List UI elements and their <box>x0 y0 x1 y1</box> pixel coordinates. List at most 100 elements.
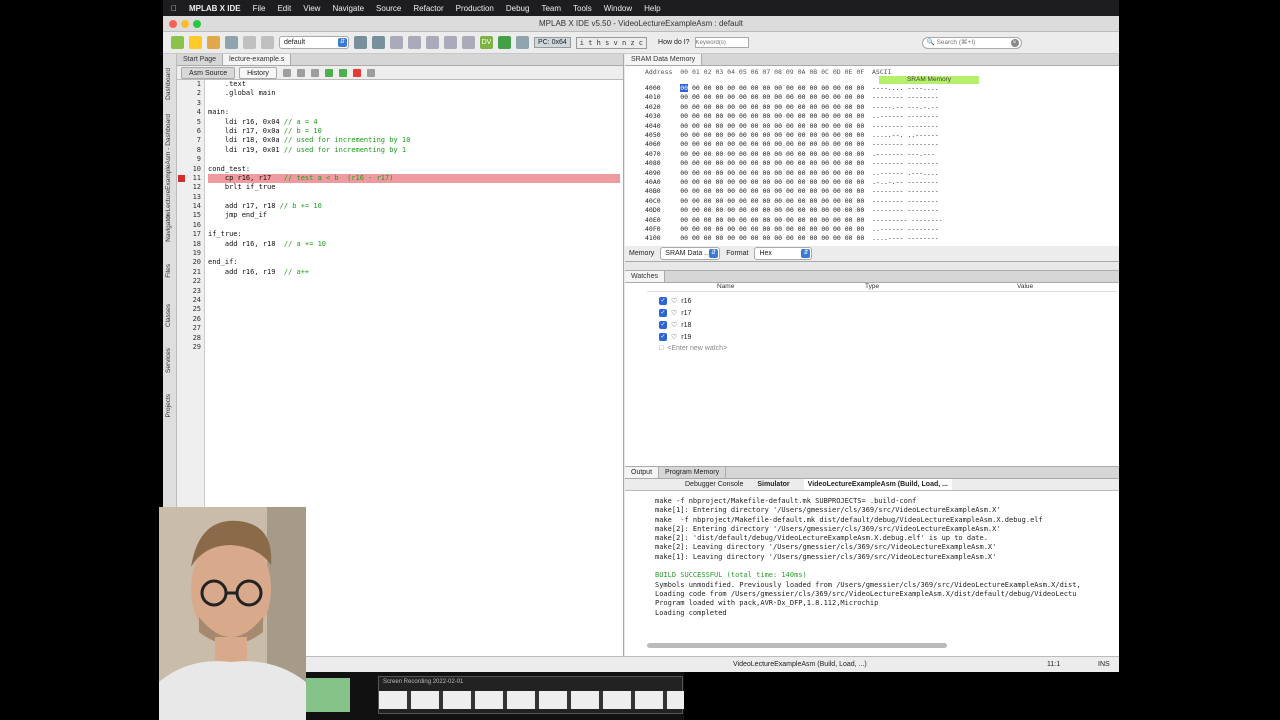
code-line[interactable]: add r16, r18 // a += 10 <box>208 240 620 249</box>
line-number[interactable]: 6 <box>177 127 204 136</box>
code-line[interactable]: ldi r19, 0x01 // used for incrementing b… <box>208 146 620 155</box>
checkbox-checked-icon[interactable]: ✓ <box>659 321 667 329</box>
code-line[interactable]: ldi r18, 0x0a // used for incrementing b… <box>208 136 620 145</box>
howdoi-input[interactable] <box>694 37 749 48</box>
checkbox-checked-icon[interactable]: ✓ <box>659 309 667 317</box>
apple-icon[interactable]:  <box>171 4 177 13</box>
menu-team[interactable]: Team <box>541 4 561 13</box>
line-number[interactable]: 12 <box>177 183 204 192</box>
line-number[interactable]: 5 <box>177 118 204 127</box>
clear-search-icon[interactable]: × <box>1010 38 1019 47</box>
hex-row[interactable]: 4090 00 00 00 00 00 00 00 00 00 00 00 00… <box>645 169 939 177</box>
code-line[interactable]: add r16, r19 // a++ <box>208 268 620 277</box>
code-line[interactable]: add r17, r18 // b += 10 <box>208 202 620 211</box>
sidebar-tab-classes[interactable]: Classes <box>165 304 172 327</box>
breakpoint-icon[interactable] <box>178 175 185 182</box>
clean-build-icon[interactable] <box>372 36 385 49</box>
code-line[interactable]: main: <box>208 108 620 117</box>
line-number[interactable]: 24 <box>177 296 204 305</box>
hex-row[interactable]: 40E0 00 00 00 00 00 00 00 00 00 00 00 00… <box>645 216 943 224</box>
hex-row[interactable]: 4050 00 00 00 00 00 00 00 00 00 00 00 00… <box>645 131 939 139</box>
line-number[interactable]: 16 <box>177 221 204 230</box>
code-line[interactable] <box>208 249 620 258</box>
stop-macro-icon[interactable] <box>352 68 361 77</box>
search-icon[interactable] <box>310 68 319 77</box>
comment-icon[interactable] <box>366 68 375 77</box>
tab-lecture-example[interactable]: lecture-example.s <box>223 54 292 65</box>
col-value[interactable]: Value <box>1017 283 1033 290</box>
new-file-icon[interactable] <box>189 36 202 49</box>
hold-reset-icon[interactable] <box>462 36 475 49</box>
menu-production[interactable]: Production <box>456 4 494 13</box>
menu-help[interactable]: Help <box>644 4 660 13</box>
tab-asm-source[interactable]: Asm Source <box>181 66 236 79</box>
screen-recording-thumbnail[interactable]: Screen Recording 2022-02-01 <box>378 676 684 714</box>
code-line[interactable]: jmp end_if <box>208 211 620 220</box>
hex-row[interactable]: 4070 00 00 00 00 00 00 00 00 00 00 00 00… <box>645 150 935 158</box>
line-number[interactable]: 9 <box>177 155 204 164</box>
line-number[interactable]: 2 <box>177 89 204 98</box>
tab-sram-data-memory[interactable]: SRAM Data Memory <box>625 54 703 65</box>
code-line[interactable] <box>208 334 620 343</box>
cart-icon[interactable] <box>498 36 511 49</box>
line-number[interactable]: 21 <box>177 268 204 277</box>
watch-row[interactable]: ✓ ♡ r16 <box>659 297 691 305</box>
line-number[interactable]: 7 <box>177 136 204 145</box>
forward-icon[interactable] <box>296 68 305 77</box>
line-number[interactable]: 8 <box>177 146 204 155</box>
line-number[interactable]: 3 <box>177 99 204 108</box>
app-thumbnail[interactable] <box>306 678 350 712</box>
build-icon[interactable] <box>354 36 367 49</box>
hex-row[interactable]: 4010 00 00 00 00 00 00 00 00 00 00 00 00… <box>645 93 939 101</box>
code-line[interactable] <box>208 221 620 230</box>
tab-simulator[interactable]: Simulator <box>757 479 789 490</box>
code-line[interactable] <box>208 315 620 324</box>
minimize-window-button[interactable] <box>181 20 189 28</box>
sidebar-tab-files[interactable]: Files <box>165 264 172 278</box>
code-line[interactable]: brlt if_true <box>208 183 620 192</box>
status-task[interactable]: VideoLectureExampleAsm (Build, Load, ...… <box>733 657 867 672</box>
line-number[interactable]: 10 <box>177 165 204 174</box>
line-number[interactable]: 17 <box>177 230 204 239</box>
back-icon[interactable] <box>282 68 291 77</box>
sidebar-tab-projects[interactable]: Projects <box>165 394 172 417</box>
line-number[interactable]: 27 <box>177 324 204 333</box>
menu-app[interactable]: MPLAB X IDE <box>189 4 241 13</box>
tab-start-page[interactable]: Start Page <box>177 54 224 65</box>
code-line[interactable]: if_true: <box>208 230 620 239</box>
line-number[interactable]: 28 <box>177 334 204 343</box>
dv-icon[interactable]: DV <box>480 36 493 49</box>
hex-row[interactable]: 4080 00 00 00 00 00 00 00 00 00 00 00 00… <box>645 159 939 167</box>
memory-select[interactable]: SRAM Data ... ⇵ <box>660 247 721 260</box>
code-line[interactable] <box>208 296 620 305</box>
line-number[interactable]: 29 <box>177 343 204 352</box>
breakpoint-line[interactable]: cp r16, r17 // test a < b (r16 - r17) <box>208 173 620 184</box>
line-number[interactable]: 22 <box>177 277 204 286</box>
menu-refactor[interactable]: Refactor <box>413 4 443 13</box>
code-line[interactable] <box>208 193 620 202</box>
line-number[interactable]: 14 <box>177 202 204 211</box>
menu-source[interactable]: Source <box>376 4 401 13</box>
tab-history[interactable]: History <box>239 66 277 79</box>
tab-program-memory[interactable]: Program Memory <box>659 467 727 478</box>
tab-output[interactable]: Output <box>625 467 660 478</box>
memory-icon[interactable] <box>516 36 529 49</box>
hex-row[interactable]: 4060 00 00 00 00 00 00 00 00 00 00 00 00… <box>645 140 939 148</box>
menu-window[interactable]: Window <box>604 4 632 13</box>
hex-row[interactable]: 4000 00 00 00 00 00 00 00 00 00 00 00 00… <box>645 84 939 92</box>
code-line[interactable]: .text <box>208 80 620 89</box>
menu-file[interactable]: File <box>253 4 266 13</box>
watch-row[interactable]: ✓ ♡ r17 <box>659 309 691 317</box>
menu-debug[interactable]: Debug <box>506 4 530 13</box>
hex-row[interactable]: 40C0 00 00 00 00 00 00 00 00 00 00 00 00… <box>645 197 939 205</box>
code-line[interactable]: ldi r16, 0x04 // a = 4 <box>208 118 620 127</box>
line-number[interactable]: 15 <box>177 211 204 220</box>
tab-debugger-console[interactable]: Debugger Console <box>685 479 743 490</box>
output-console[interactable]: make -f nbproject/Makefile-default.mk SU… <box>655 497 1103 637</box>
hex-row[interactable]: 4030 00 00 00 00 00 00 00 00 00 00 00 00… <box>645 112 939 120</box>
sidebar-tab-services[interactable]: Services <box>165 348 172 373</box>
code-line[interactable]: .global main <box>208 89 620 98</box>
line-number[interactable]: 25 <box>177 305 204 314</box>
tab-build-load[interactable]: VideoLectureExampleAsm (Build, Load, ... <box>803 479 952 490</box>
line-number[interactable]: 19 <box>177 249 204 258</box>
